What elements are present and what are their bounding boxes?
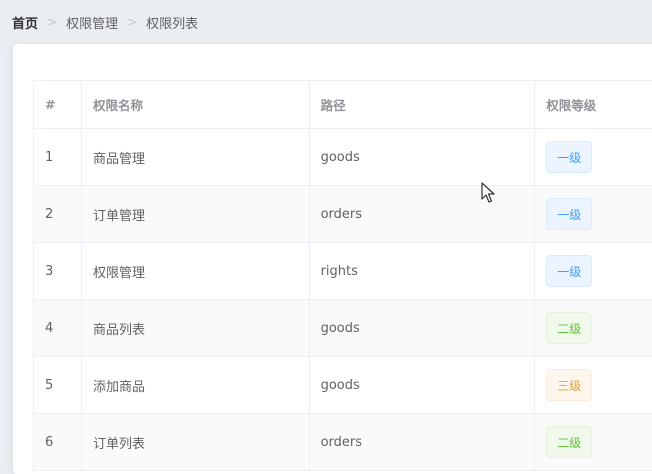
row-path: orders — [310, 186, 536, 242]
table-row: 3 权限管理 rights 一级 — [34, 243, 652, 300]
level-tag: 一级 — [546, 141, 593, 173]
row-path: orders — [310, 414, 536, 470]
table-row: 2 订单管理 orders 一级 — [34, 186, 652, 243]
row-level-cell: 一级 — [535, 129, 652, 185]
breadcrumb-section: 权限管理 — [66, 16, 119, 32]
row-name: 商品管理 — [82, 129, 310, 185]
level-tag: 一级 — [546, 198, 593, 230]
row-level-cell: 二级 — [535, 300, 652, 356]
level-tag: 二级 — [546, 312, 593, 344]
table-row: 5 添加商品 goods 三级 — [34, 357, 652, 414]
row-index: 2 — [34, 186, 82, 242]
row-name: 添加商品 — [82, 357, 310, 413]
row-path: goods — [310, 129, 536, 185]
column-header-index: # — [34, 81, 82, 128]
mouse-pointer-icon — [481, 182, 495, 203]
breadcrumb-home[interactable]: 首页 — [12, 13, 38, 32]
table-row: 1 商品管理 goods 一级 — [34, 129, 652, 186]
row-name: 订单列表 — [82, 414, 310, 470]
row-name: 权限管理 — [82, 243, 310, 299]
column-header-name: 权限名称 — [82, 81, 310, 128]
level-tag: 二级 — [546, 426, 593, 458]
column-header-level: 权限等级 — [546, 98, 597, 113]
row-name: 订单管理 — [82, 186, 310, 242]
row-name: 商品列表 — [82, 300, 310, 356]
row-index: 5 — [34, 357, 82, 413]
row-level-cell: 三级 — [535, 357, 652, 413]
breadcrumb-separator-icon: > — [127, 15, 138, 29]
row-level-cell: 一级 — [535, 186, 652, 242]
row-path: goods — [310, 357, 536, 413]
content-card: # 权限名称 路径 权限等级 1 商品管理 goods 一级 2 订单管理 or… — [13, 44, 652, 474]
table-header: # 权限名称 路径 权限等级 — [34, 81, 652, 129]
breadcrumb-separator-icon: > — [47, 15, 58, 29]
row-index: 4 — [34, 300, 82, 356]
row-level-cell: 二级 — [535, 414, 652, 470]
row-level-cell: 一级 — [535, 243, 652, 299]
table-row: 4 商品列表 goods 二级 — [34, 300, 652, 357]
level-tag: 一级 — [546, 255, 593, 287]
table-row: 6 订单列表 orders 二级 — [34, 414, 652, 471]
row-path: goods — [310, 300, 536, 356]
breadcrumb-current: 权限列表 — [146, 16, 199, 32]
row-path: rights — [310, 243, 536, 299]
breadcrumb: 首页 > 权限管理 > 权限列表 — [12, 13, 199, 32]
row-index: 3 — [34, 243, 82, 299]
level-tag: 三级 — [546, 369, 593, 401]
rights-table: # 权限名称 路径 权限等级 1 商品管理 goods 一级 2 订单管理 or… — [33, 80, 652, 471]
row-index: 6 — [34, 414, 82, 470]
row-index: 1 — [34, 129, 82, 185]
column-header-path: 路径 — [310, 81, 536, 128]
